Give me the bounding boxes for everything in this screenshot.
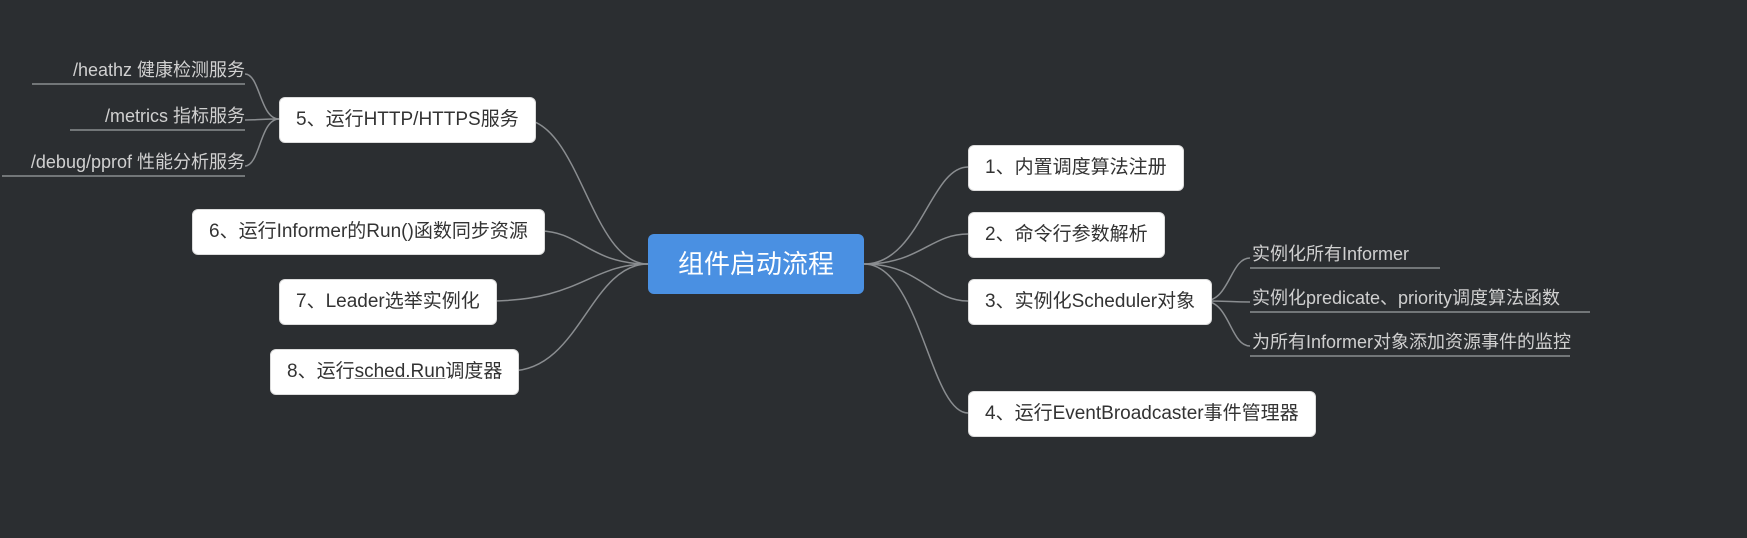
node-3-child-2-label: 实例化predicate、priority调度算法函数	[1252, 288, 1560, 308]
mindmap-canvas: 组件启动流程 1、内置调度算法注册 2、命令行参数解析 3、实例化Schedul…	[0, 0, 1747, 538]
node-5-child-1[interactable]: /heathz 健康检测服务	[73, 54, 245, 86]
node-3-child-1-label: 实例化所有Informer	[1252, 244, 1409, 264]
node-7-label: 7、Leader选举实例化	[296, 291, 480, 312]
root-label: 组件启动流程	[678, 249, 834, 279]
connector-lines	[0, 0, 1747, 538]
node-3-child-3[interactable]: 为所有Informer对象添加资源事件的监控	[1252, 326, 1571, 358]
node-2-label: 2、命令行参数解析	[985, 224, 1148, 245]
node-7[interactable]: 7、Leader选举实例化	[279, 279, 497, 325]
node-4-label: 4、运行EventBroadcaster事件管理器	[985, 403, 1299, 424]
root-node[interactable]: 组件启动流程	[648, 234, 864, 294]
node-6[interactable]: 6、运行Informer的Run()函数同步资源	[192, 209, 545, 255]
node-5-label: 5、运行HTTP/HTTPS服务	[296, 109, 519, 130]
node-1-label: 1、内置调度算法注册	[985, 157, 1167, 178]
node-8[interactable]: 8、运行sched.Run调度器	[270, 349, 519, 395]
node-5-child-3[interactable]: /debug/pprof 性能分析服务	[31, 146, 245, 178]
node-1[interactable]: 1、内置调度算法注册	[968, 145, 1184, 191]
node-5-child-3-label: /debug/pprof 性能分析服务	[31, 152, 245, 172]
node-8-post: 调度器	[445, 361, 502, 382]
node-8-pre: 8、运行	[287, 361, 355, 382]
node-8-mid: sched.Run	[355, 361, 446, 382]
node-3-child-1[interactable]: 实例化所有Informer	[1252, 238, 1409, 270]
node-5-child-2[interactable]: /metrics 指标服务	[105, 100, 245, 132]
node-5-child-2-label: /metrics 指标服务	[105, 106, 245, 126]
node-3-label: 3、实例化Scheduler对象	[985, 291, 1195, 312]
node-4[interactable]: 4、运行EventBroadcaster事件管理器	[968, 391, 1316, 437]
node-5-child-1-label: /heathz 健康检测服务	[73, 60, 245, 80]
node-6-label: 6、运行Informer的Run()函数同步资源	[209, 221, 528, 242]
node-2[interactable]: 2、命令行参数解析	[968, 212, 1165, 258]
node-5[interactable]: 5、运行HTTP/HTTPS服务	[279, 97, 536, 143]
node-3[interactable]: 3、实例化Scheduler对象	[968, 279, 1212, 325]
node-3-child-3-label: 为所有Informer对象添加资源事件的监控	[1252, 332, 1571, 352]
node-3-child-2[interactable]: 实例化predicate、priority调度算法函数	[1252, 282, 1560, 314]
